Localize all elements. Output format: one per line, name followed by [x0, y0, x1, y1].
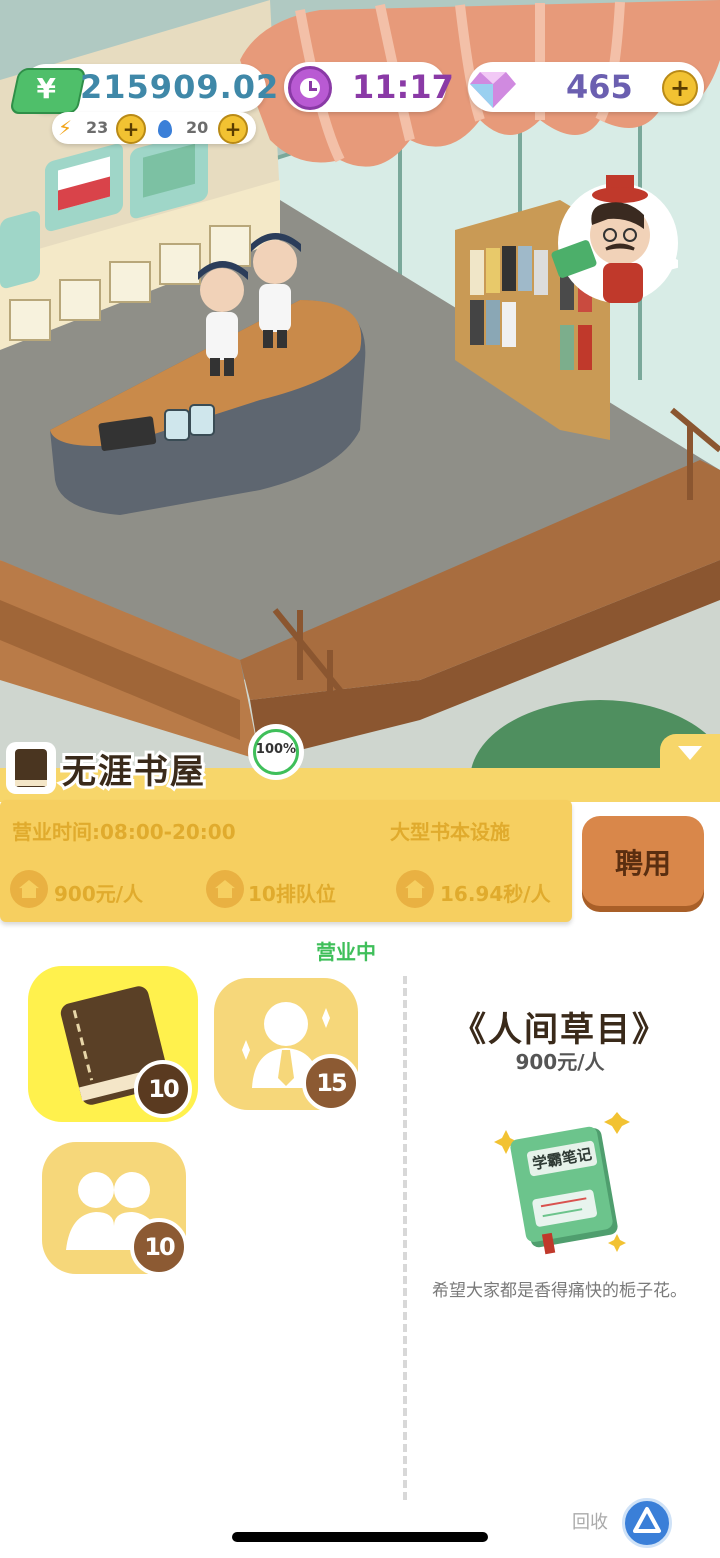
energy-amount: 23: [86, 118, 109, 137]
queue-slots: 10排队位: [248, 882, 336, 906]
recycle-button[interactable]: [622, 1498, 672, 1548]
book-price: 900元/人: [515, 1050, 605, 1074]
price-icon: [10, 870, 48, 908]
recycle-label: 回收: [572, 1512, 608, 1533]
add-gems-button[interactable]: +: [662, 70, 698, 106]
collapse-panel-button[interactable]: [660, 734, 720, 776]
shop-scene[interactable]: ¥ 215909.02 ⚡ 23 + 20 + 11:17 465 +: [0, 0, 720, 800]
mustache-man-icon: [551, 175, 688, 303]
business-status: 营业中: [316, 940, 376, 964]
hire-button-label: 聘用: [614, 847, 671, 880]
staff-count-badge: 15: [302, 1054, 360, 1112]
gems-amount: 465: [566, 68, 633, 106]
water-amount: 20: [186, 118, 209, 137]
money-amount: 215909.02: [80, 68, 280, 106]
staff-card[interactable]: 15: [214, 978, 360, 1112]
shop-progress-label: 100%: [255, 742, 297, 757]
speed-icon: [396, 870, 434, 908]
money-icon: ¥: [9, 68, 87, 114]
business-hours: 营业时间:08:00-20:00: [12, 820, 236, 844]
queue-icon: [206, 870, 244, 908]
shop-name: 无涯书屋: [59, 749, 207, 795]
recycle-icon: [633, 1507, 661, 1533]
study-notes-book-icon: 学霸笔记: [494, 1112, 634, 1258]
water-drop-icon: [158, 120, 172, 138]
chevron-down-icon: [678, 746, 702, 760]
hire-button[interactable]: 聘用: [582, 816, 704, 906]
customer-character[interactable]: [548, 175, 688, 315]
game-time: 11:17: [352, 68, 454, 106]
service-speed: 16.94秒/人: [440, 882, 551, 906]
add-energy-button[interactable]: +: [116, 114, 146, 144]
home-indicator[interactable]: [232, 1532, 488, 1542]
book-icon: [6, 742, 56, 794]
shop-progress-ring: 100%: [248, 724, 304, 780]
book-title: 《人间草目》: [452, 1010, 668, 1050]
column-divider: [403, 976, 407, 1500]
lightning-icon: ⚡: [58, 116, 73, 140]
facility-type: 大型书本设施: [390, 820, 510, 844]
gem-icon: [468, 62, 518, 112]
price-per-person: 900元/人: [54, 882, 144, 906]
book-description: 希望大家都是香得痛快的栀子花。: [432, 1281, 687, 1301]
shop-info-card: 营业时间:08:00-20:00 大型书本设施 900元/人 10排队位 16.…: [0, 800, 572, 922]
clock-icon: [288, 66, 332, 110]
customers-count-badge: 10: [130, 1218, 188, 1276]
book-card[interactable]: 10: [28, 966, 198, 1122]
customers-card[interactable]: 10: [42, 1142, 188, 1276]
add-water-button[interactable]: +: [218, 114, 248, 144]
book-count-badge: 10: [134, 1060, 192, 1118]
